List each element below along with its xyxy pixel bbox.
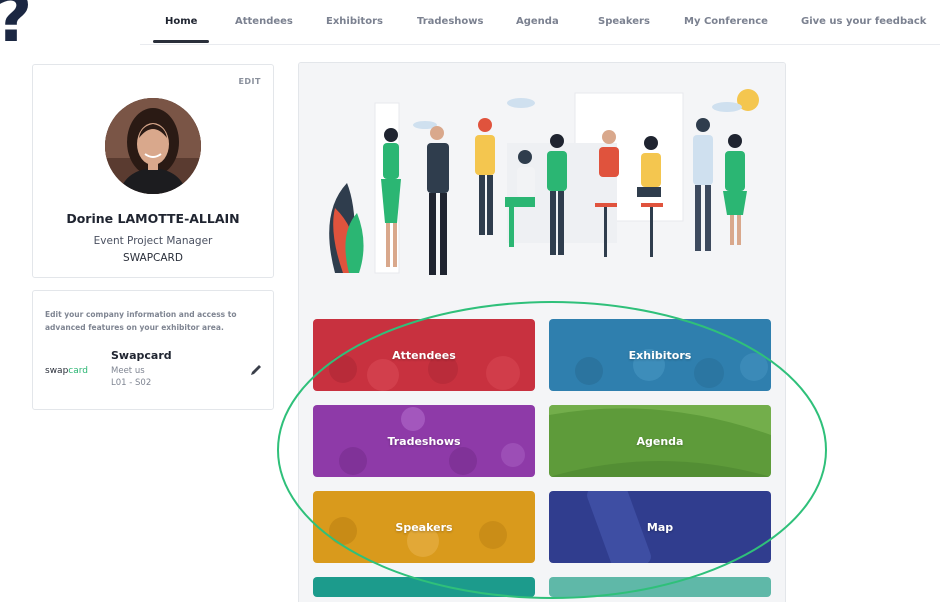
profile-card: EDIT Dorine LAMOTTE-ALLAIN Event Project… [32, 64, 274, 278]
edit-pencil-icon[interactable] [249, 363, 263, 377]
tile-agenda-label: Agenda [636, 434, 684, 448]
nav-agenda[interactable]: Agenda [516, 16, 559, 27]
tile-exhibitors-label: Exhibitors [628, 348, 692, 362]
nav-my-conference[interactable]: My Conference [684, 16, 768, 27]
avatar-portrait-icon [105, 98, 201, 194]
nav-feedback[interactable]: Give us your feedback [801, 16, 926, 27]
company-card: Edit your company information and access… [32, 290, 274, 410]
tile-exhibitors[interactable]: Exhibitors [549, 319, 771, 391]
tile-more-right[interactable] [549, 577, 771, 597]
nav-home[interactable]: Home [165, 16, 197, 27]
company-meet: Meet us [111, 366, 145, 376]
tile-more-right-bg [549, 577, 771, 597]
main-panel: Attendees Exhibitors Tradeshows Agenda S… [298, 62, 786, 602]
edit-profile-button[interactable]: EDIT [238, 77, 261, 86]
profile-role: Event Project Manager [93, 235, 213, 247]
avatar [105, 98, 201, 194]
question-mark-icon: ? [0, 0, 32, 52]
tile-tradeshows[interactable]: Tradeshows [313, 405, 535, 477]
company-info-text: Edit your company information and access… [45, 310, 237, 332]
nav-attendees[interactable]: Attendees [235, 16, 293, 27]
logo-prefix: swap [45, 366, 69, 376]
nav-speakers[interactable]: Speakers [598, 16, 650, 27]
tile-speakers[interactable]: Speakers [313, 491, 535, 563]
top-nav: Home Attendees Exhibitors Tradeshows Age… [140, 0, 940, 45]
tile-more-left-bg [313, 577, 535, 597]
tile-speakers-label: Speakers [395, 520, 453, 534]
nav-tradeshows[interactable]: Tradeshows [417, 16, 483, 27]
profile-company: SWAPCARD [123, 252, 183, 264]
nav-active-indicator [153, 40, 209, 43]
tile-attendees-label: Attendees [392, 348, 456, 362]
profile-name: Dorine LAMOTTE-ALLAIN [66, 211, 240, 226]
networking-illustration [299, 63, 785, 303]
tile-agenda[interactable]: Agenda [549, 405, 771, 477]
conference-home-page: ? Home Attendees Exhibitors Tradeshows A… [0, 0, 942, 602]
tile-map-label: Map [646, 520, 674, 534]
tile-attendees[interactable]: Attendees [313, 319, 535, 391]
logo-suffix: card [68, 366, 88, 376]
tile-tradeshows-label: Tradeshows [387, 434, 461, 448]
swapcard-logo: swapcard [45, 366, 88, 376]
nav-exhibitors[interactable]: Exhibitors [326, 16, 383, 27]
tile-more-left[interactable] [313, 577, 535, 597]
tile-map[interactable]: Map [549, 491, 771, 563]
company-booth: L01 - S02 [111, 378, 152, 388]
company-name: Swapcard [111, 349, 172, 362]
